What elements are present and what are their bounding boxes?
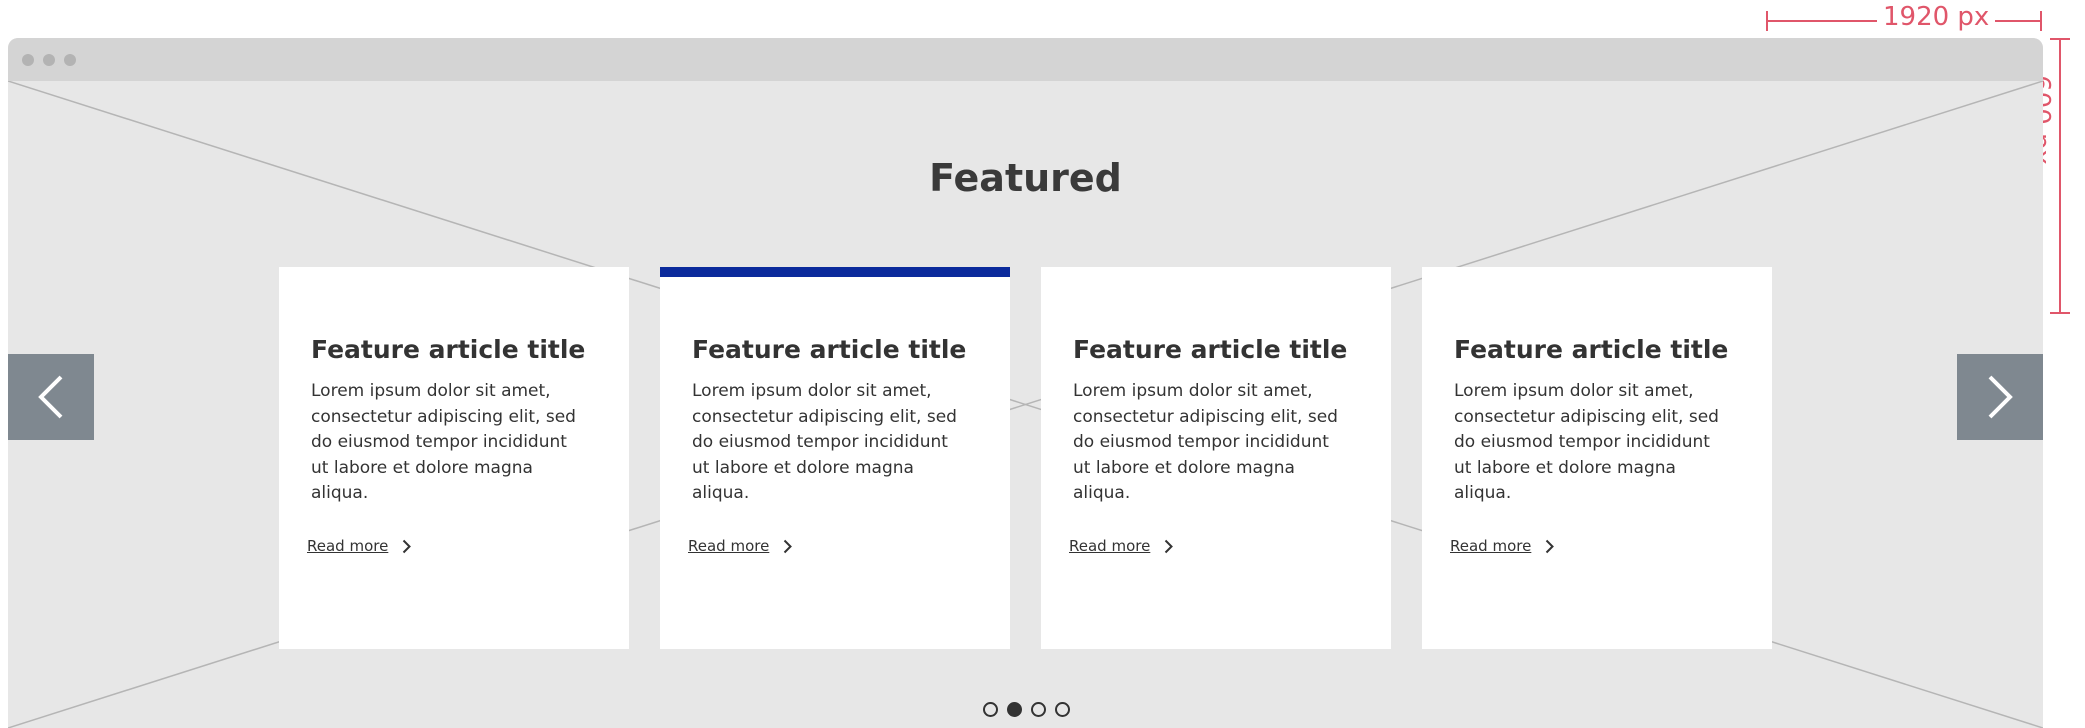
chevron-right-icon [403, 539, 412, 553]
carousel-pagination [8, 702, 2043, 722]
read-more-label: Read more [307, 537, 389, 555]
read-more-link[interactable]: Read more [1069, 537, 1174, 555]
chevron-right-icon [784, 539, 793, 553]
feature-card-active: Feature article title Lorem ipsum dolor … [660, 267, 1010, 649]
card-body: Lorem ipsum dolor sit amet, consectetur … [1454, 381, 1719, 503]
carousel-prev-button[interactable] [8, 354, 94, 440]
read-more-link[interactable]: Read more [307, 537, 412, 555]
chevron-right-icon [1546, 539, 1555, 553]
chevron-left-icon [38, 375, 63, 419]
card-title: Feature article title [1454, 335, 1729, 364]
chevron-right-icon [1988, 375, 2013, 419]
card-body: Lorem ipsum dolor sit amet, consectetur … [311, 381, 576, 503]
read-more-link[interactable]: Read more [1450, 537, 1555, 555]
width-dimension-label: 1920 px [1877, 4, 1996, 30]
card-title: Feature article title [692, 335, 967, 364]
carousel-next-button[interactable] [1957, 354, 2043, 440]
section-title: Featured [929, 156, 1122, 200]
window-dot-icon [43, 54, 55, 66]
browser-window: Featured Feature article title Lorem ips… [8, 38, 2043, 728]
card-body: Lorem ipsum dolor sit amet, consectetur … [1073, 381, 1338, 503]
read-more-label: Read more [1069, 537, 1151, 555]
chevron-right-icon [1165, 539, 1174, 553]
window-dot-icon [64, 54, 76, 66]
read-more-label: Read more [1450, 537, 1532, 555]
feature-card: Feature article title Lorem ipsum dolor … [1422, 267, 1772, 649]
window-dot-icon [22, 54, 34, 66]
read-more-label: Read more [688, 537, 770, 555]
feature-card: Feature article title Lorem ipsum dolor … [279, 267, 629, 649]
card-title: Feature article title [1073, 335, 1348, 364]
carousel-section: Featured Feature article title Lorem ips… [8, 81, 2043, 728]
read-more-link[interactable]: Read more [688, 537, 793, 555]
card-body: Lorem ipsum dolor sit amet, consectetur … [692, 381, 957, 503]
card-title: Feature article title [311, 335, 586, 364]
browser-title-bar [8, 38, 2043, 81]
feature-card: Feature article title Lorem ipsum dolor … [1041, 267, 1391, 649]
